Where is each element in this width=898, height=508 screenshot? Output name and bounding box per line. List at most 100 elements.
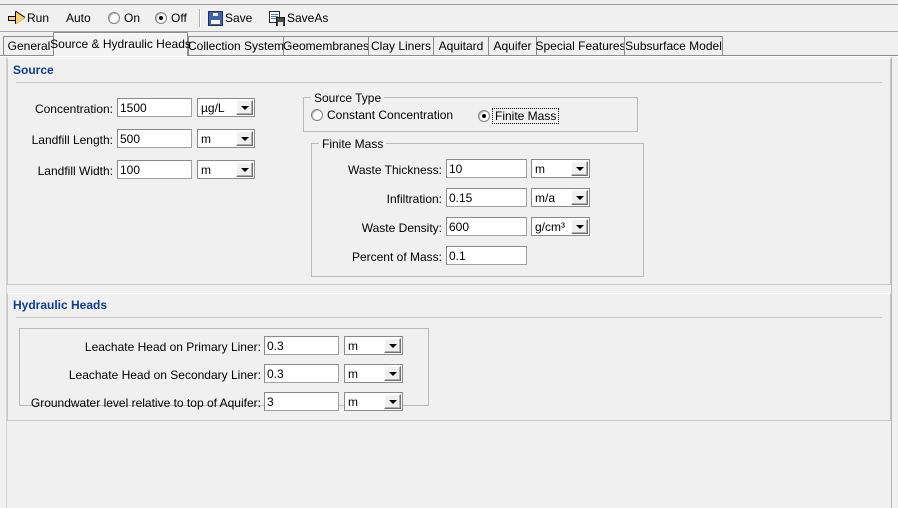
tab-label: Source & Hydraulic Heads: [50, 37, 191, 51]
landfill-length-label: Landfill Length:: [31, 133, 113, 147]
tab-special-features[interactable]: Special Features: [535, 36, 626, 55]
finite-mass-label: Finite Mass: [492, 108, 560, 124]
source-section: Source Concentration: µg/L Landfill Leng…: [7, 58, 891, 285]
chevron-down-icon[interactable]: [571, 161, 588, 176]
landfill-width-input[interactable]: [117, 160, 192, 179]
tab-label: Aquitard: [438, 39, 484, 53]
tab-geomembranes[interactable]: Geomembranes: [283, 36, 369, 55]
concentration-input[interactable]: [117, 98, 192, 117]
waste-thickness-input[interactable]: [446, 159, 527, 178]
primary-liner-head-unit-combo[interactable]: m: [344, 336, 403, 355]
panel-right-edge: [891, 57, 892, 508]
tab-subsurface-model[interactable]: Subsurface Model: [624, 36, 723, 55]
secondary-liner-head-input[interactable]: [264, 364, 339, 383]
floppy-disk-icon: [208, 10, 223, 26]
groundwater-level-label: Groundwater level relative to top of Aqu…: [30, 396, 261, 410]
hydraulic-heads-group: Leachate Head on Primary Liner: m Leacha…: [19, 328, 429, 411]
primary-liner-head-unit-value: m: [348, 338, 358, 353]
chevron-down-icon[interactable]: [571, 190, 588, 205]
tab-label: Clay Liners: [370, 39, 432, 53]
landfill-length-unit-combo[interactable]: m: [197, 129, 255, 148]
save-as-button[interactable]: SaveAs: [269, 8, 328, 28]
finite-mass-radio[interactable]: Finite Mass: [478, 108, 560, 124]
infiltration-unit-combo[interactable]: m/a: [531, 188, 590, 207]
landfill-width-unit-value: m: [201, 162, 211, 177]
primary-liner-head-input[interactable]: [264, 336, 339, 355]
tab-label: Special Features: [535, 39, 626, 53]
tab-clay-liners[interactable]: Clay Liners: [368, 36, 434, 55]
landfill-width-unit-combo[interactable]: m: [197, 160, 255, 179]
source-type-group: Source Type Constant Concentration Finit…: [303, 91, 638, 132]
finite-mass-group-title: Finite Mass: [319, 137, 387, 151]
waste-density-label: Waste Density:: [361, 221, 442, 235]
auto-off-label: Off: [171, 11, 187, 25]
groundwater-level-unit-combo[interactable]: m: [344, 392, 403, 411]
source-section-rule: [16, 82, 882, 83]
auto-label-text: Auto: [66, 11, 91, 25]
groundwater-level-unit-value: m: [348, 394, 358, 409]
infiltration-label: Infiltration:: [386, 192, 442, 206]
auto-off-radio[interactable]: Off: [155, 8, 187, 28]
constant-concentration-radio[interactable]: Constant Concentration: [311, 108, 453, 122]
percent-of-mass-input[interactable]: [446, 246, 527, 265]
save-as-button-label: SaveAs: [287, 11, 329, 25]
chevron-down-icon[interactable]: [236, 100, 253, 115]
chevron-down-icon[interactable]: [571, 219, 588, 234]
waste-thickness-unit-value: m: [535, 161, 545, 176]
percent-of-mass-label: Percent of Mass:: [351, 250, 442, 264]
tab-collection-system[interactable]: Collection System: [188, 36, 284, 55]
waste-thickness-unit-combo[interactable]: m: [531, 159, 590, 178]
auto-label: Auto: [66, 8, 91, 28]
run-button[interactable]: Run: [8, 8, 49, 28]
auto-on-radio[interactable]: On: [108, 8, 140, 28]
tab-label: General: [7, 39, 51, 53]
save-button-label: Save: [225, 11, 253, 25]
concentration-label: Concentration:: [34, 102, 113, 116]
source-type-group-title: Source Type: [311, 91, 385, 105]
chevron-down-icon[interactable]: [236, 162, 253, 177]
concentration-unit-combo[interactable]: µg/L: [197, 98, 255, 117]
concentration-unit-value: µg/L: [201, 100, 225, 115]
save-as-document-icon: [269, 10, 285, 26]
application-window: Run Auto On Off Save SaveAs General Sour…: [0, 0, 898, 508]
chevron-down-icon[interactable]: [236, 131, 253, 146]
tab-label: Aquifer: [493, 39, 532, 53]
constant-concentration-label: Constant Concentration: [327, 108, 454, 122]
run-button-label: Run: [27, 11, 50, 25]
run-arrow-icon: [8, 11, 25, 25]
auto-on-label: On: [124, 11, 141, 25]
waste-thickness-label: Waste Thickness:: [347, 163, 442, 177]
landfill-length-input[interactable]: [117, 129, 192, 148]
chevron-down-icon[interactable]: [384, 394, 401, 409]
landfill-width-label: Landfill Width:: [37, 164, 113, 178]
secondary-liner-head-unit-combo[interactable]: m: [344, 364, 403, 383]
radio-circle-selected-icon: [155, 12, 167, 24]
secondary-liner-head-label: Leachate Head on Secondary Liner:: [68, 368, 261, 382]
infiltration-input[interactable]: [446, 188, 527, 207]
groundwater-level-input[interactable]: [264, 392, 339, 411]
hydraulic-heads-section-title: Hydraulic Heads: [13, 298, 108, 312]
radio-circle-selected-icon: [478, 110, 490, 122]
tab-aquitard[interactable]: Aquitard: [433, 36, 489, 55]
tab-label: Collection System: [187, 39, 285, 53]
waste-density-unit-combo[interactable]: g/cm³: [531, 217, 590, 236]
radio-circle-icon: [108, 12, 120, 24]
chevron-down-icon[interactable]: [384, 366, 401, 381]
save-button[interactable]: Save: [208, 8, 252, 28]
waste-density-unit-value: g/cm³: [535, 219, 565, 234]
radio-circle-icon: [311, 109, 323, 121]
tab-general[interactable]: General: [3, 36, 55, 55]
chevron-down-icon[interactable]: [384, 338, 401, 353]
content-area: Source Concentration: µg/L Landfill Leng…: [0, 56, 898, 508]
source-section-title: Source: [13, 63, 54, 77]
landfill-length-unit-value: m: [201, 131, 211, 146]
waste-density-input[interactable]: [446, 217, 527, 236]
hydraulic-heads-section-rule: [16, 317, 882, 318]
toolbar: Run Auto On Off Save SaveAs: [0, 5, 898, 32]
primary-liner-head-label: Leachate Head on Primary Liner:: [84, 340, 261, 354]
tab-strip: General Source & Hydraulic Heads Collect…: [0, 32, 898, 56]
tab-label: Geomembranes: [282, 39, 370, 53]
tab-aquifer[interactable]: Aquifer: [488, 36, 537, 55]
tab-source-hydraulic-heads[interactable]: Source & Hydraulic Heads: [50, 32, 191, 56]
finite-mass-group: Finite Mass Waste Thickness: m Infiltrat…: [311, 137, 644, 277]
